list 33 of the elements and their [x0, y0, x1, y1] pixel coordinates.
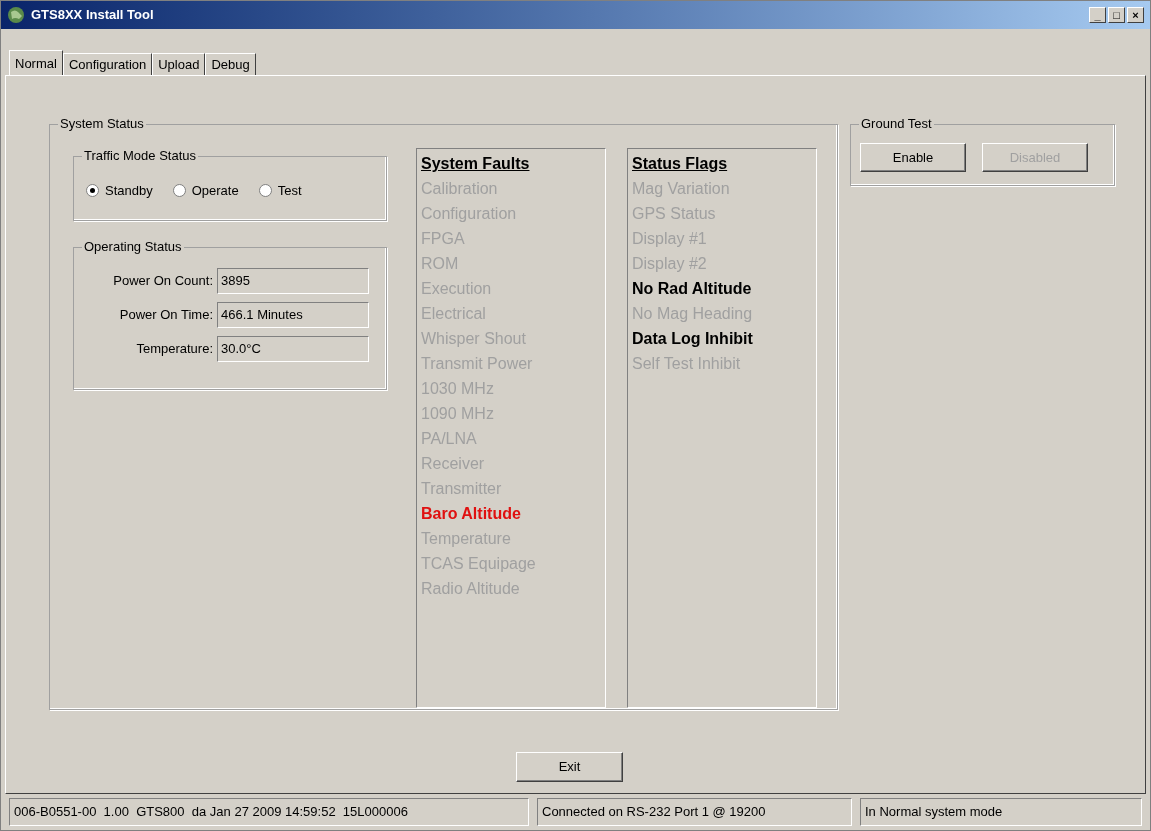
radio-button[interactable]: Standby — [86, 180, 153, 201]
field-label: Power On Count: — [113, 272, 213, 291]
list-item: No Rad Altitude — [632, 279, 753, 299]
tab[interactable]: Upload — [152, 53, 206, 75]
radio-button[interactable]: Operate — [172, 180, 239, 201]
field-label: Power On Time: — [119, 306, 213, 325]
list-heading: System Faults — [421, 154, 531, 174]
window-title: GTS8XX Install Tool — [31, 6, 154, 25]
tab[interactable]: Configuration — [62, 53, 153, 75]
list-item: Data Log Inhibit — [632, 329, 754, 349]
button[interactable]: Exit — [516, 752, 623, 782]
field-label: Temperature: — [136, 340, 213, 359]
status-bar-pane: In Normal system mode — [860, 798, 1142, 826]
window-control[interactable]: × — [1127, 7, 1144, 23]
list-heading: Status Flags — [632, 154, 729, 174]
readout-field: 3895 — [217, 268, 369, 294]
readout-field: 30.0°C — [217, 336, 369, 362]
group-title: System Status — [58, 116, 146, 132]
button[interactable]: Enable — [860, 143, 966, 172]
readout-field: 466.1 Minutes — [217, 302, 369, 328]
tab[interactable]: Debug — [205, 53, 256, 75]
tab[interactable]: Normal — [9, 50, 63, 76]
radio-indicator[interactable] — [86, 184, 99, 197]
list-item: Baro Altitude — [421, 504, 522, 524]
radio-button[interactable]: Test — [258, 180, 302, 201]
status-bar-pane: Connected on RS-232 Port 1 @ 19200 — [537, 798, 852, 826]
globe-icon — [7, 6, 25, 24]
group-title: Operating Status — [82, 239, 184, 255]
status-bar-pane: 006-B0551-00 1.00 GTS800 da Jan 27 2009 14:59:52 15L000006 — [9, 798, 529, 826]
window-control[interactable]: _ — [1089, 7, 1106, 23]
radio-indicator[interactable] — [172, 184, 186, 197]
radio-indicator[interactable] — [258, 184, 272, 197]
window-control[interactable]: □ — [1108, 7, 1125, 23]
